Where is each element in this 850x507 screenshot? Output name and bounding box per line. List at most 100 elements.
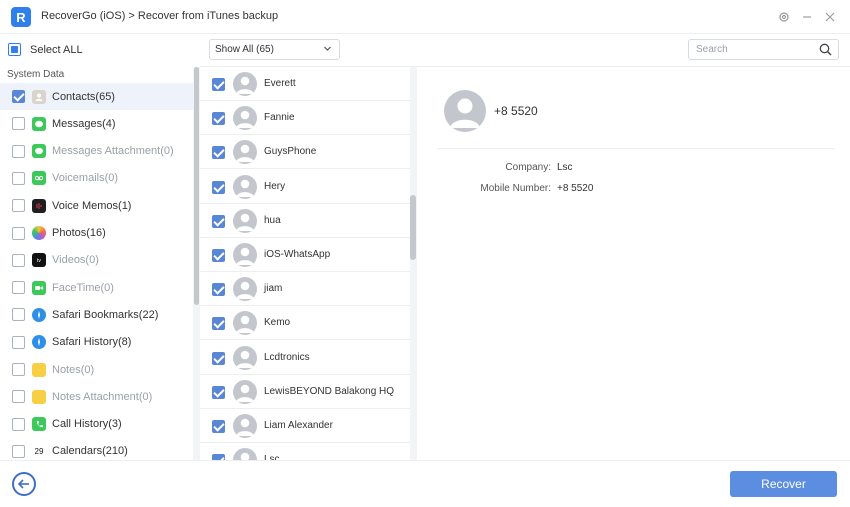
section-title-system-data: System Data — [7, 69, 65, 80]
contact-checkbox[interactable] — [212, 146, 225, 160]
contact-name: Lcdtronics — [264, 351, 310, 363]
contact-avatar-icon — [233, 448, 257, 460]
sidebar-item-voicemail[interactable]: Voicemails(0) — [0, 165, 193, 192]
contact-row[interactable]: Kemo — [200, 306, 410, 341]
divider — [437, 148, 835, 149]
contact-row[interactable]: Hery — [200, 170, 410, 204]
minimize-icon[interactable] — [799, 9, 815, 25]
sidebar-item-checkbox[interactable] — [12, 226, 25, 240]
contact-name: Hery — [264, 180, 286, 192]
sidebar-item-notes[interactable]: Notes(0) — [0, 356, 193, 383]
close-icon[interactable] — [822, 9, 838, 25]
filter-dropdown[interactable]: Show All (65) — [209, 39, 340, 60]
contact-checkbox[interactable] — [212, 317, 225, 331]
contact-row[interactable]: Liam Alexander — [200, 409, 410, 443]
contact-checkbox[interactable] — [212, 420, 225, 433]
sidebar-item-checkbox[interactable] — [12, 117, 25, 131]
facetime-icon — [32, 280, 46, 295]
sidebar-item-label: Notes(0) — [52, 363, 95, 376]
sidebar-item-notes-attachment[interactable]: Notes Attachment(0) — [0, 383, 193, 410]
sidebar-item-checkbox[interactable] — [12, 171, 25, 185]
contact-row[interactable]: GuysPhone — [200, 135, 410, 170]
sidebar-item-checkbox[interactable] — [12, 281, 25, 295]
contact-checkbox[interactable] — [212, 351, 225, 365]
sidebar-item-label: Videos(0) — [52, 254, 99, 267]
sidebar-item-checkbox[interactable] — [12, 417, 25, 431]
chevron-down-icon — [323, 44, 332, 55]
sidebar-item-label: Voice Memos(1) — [52, 199, 132, 212]
notes-attachment-icon — [32, 389, 46, 404]
sidebar-item-checkbox[interactable] — [12, 363, 25, 376]
search-box[interactable] — [688, 39, 839, 60]
recover-button[interactable]: Recover — [730, 471, 837, 497]
contact-name: Everett — [264, 78, 296, 89]
sidebar-item-checkbox[interactable] — [12, 335, 25, 349]
select-all-checkbox[interactable]: Select ALL — [8, 43, 83, 56]
sidebar-item-checkbox[interactable] — [12, 90, 25, 103]
mobile-number-value: +8 5520 — [557, 183, 594, 194]
contact-row[interactable]: Lsc — [200, 443, 410, 460]
contact-checkbox[interactable] — [212, 249, 225, 262]
contact-row[interactable]: Fannie — [200, 101, 410, 136]
contact-row[interactable]: LewisBEYOND Balakong HQ — [200, 375, 410, 409]
messages-icon — [32, 116, 46, 131]
sidebar-item-safari[interactable]: Safari History(8) — [0, 329, 193, 356]
sidebar-item-messages-attachment[interactable]: Messages Attachment(0) — [0, 138, 193, 165]
sidebar-item-checkbox[interactable] — [12, 144, 25, 158]
contact-checkbox[interactable] — [212, 283, 225, 297]
divider — [0, 460, 850, 461]
voice-memos-icon — [32, 198, 46, 213]
sidebar-item-checkbox[interactable] — [12, 308, 25, 322]
voicemail-icon — [32, 171, 46, 186]
search-input[interactable] — [696, 40, 816, 59]
contact-list-scrollbar-track[interactable] — [410, 67, 417, 460]
sidebar-item-checkbox[interactable] — [12, 199, 25, 213]
contact-row[interactable]: Everett — [200, 67, 410, 101]
sidebar-scrollbar-thumb[interactable] — [194, 67, 199, 305]
sidebar-item-calendar[interactable]: 29 Calendars(210) — [0, 438, 193, 460]
sidebar-item-phone[interactable]: Call History(3) — [0, 411, 193, 438]
sidebar-item-photos[interactable]: Photos(16) — [0, 220, 193, 247]
contact-avatar — [444, 90, 486, 132]
sidebar-item-checkbox[interactable] — [12, 390, 25, 404]
contact-avatar-icon — [233, 311, 257, 336]
search-icon[interactable] — [819, 43, 832, 59]
contact-checkbox[interactable] — [212, 78, 225, 91]
contact-avatar-icon — [233, 174, 257, 199]
contact-avatar-icon — [233, 414, 257, 438]
contact-avatar-icon — [233, 208, 257, 233]
sidebar-item-label: Safari History(8) — [52, 336, 132, 349]
contact-avatar-icon — [233, 345, 257, 370]
sidebar-item-label: Safari Bookmarks(22) — [52, 308, 159, 321]
contact-row[interactable]: hua — [200, 204, 410, 238]
contact-checkbox[interactable] — [212, 180, 225, 194]
sidebar-item-messages[interactable]: Messages(4) — [0, 110, 193, 137]
select-all-partial-checkbox[interactable] — [8, 43, 21, 56]
contact-row[interactable]: jiam — [200, 272, 410, 307]
app-logo: R — [11, 7, 31, 27]
contact-name: jiam — [264, 283, 283, 295]
contact-name: GuysPhone — [264, 146, 317, 158]
contact-row[interactable]: Lcdtronics — [200, 341, 410, 375]
sidebar-item-contacts[interactable]: Contacts(65) — [0, 83, 193, 110]
contact-list-scrollbar-thumb[interactable] — [410, 195, 416, 260]
back-arrow-icon[interactable] — [12, 472, 36, 496]
contact-detail-name: +8 5520 — [494, 104, 538, 118]
sidebar-item-voice-memos[interactable]: Voice Memos(1) — [0, 192, 193, 219]
contact-checkbox[interactable] — [212, 385, 225, 399]
contact-checkbox[interactable] — [212, 112, 225, 126]
sidebar-item-label: FaceTime(0) — [52, 281, 114, 294]
settings-gear-icon[interactable] — [776, 9, 792, 25]
sidebar-item-apple-tv[interactable]: tv Videos(0) — [0, 247, 193, 274]
contact-checkbox[interactable] — [212, 214, 225, 228]
sidebar-item-facetime[interactable]: FaceTime(0) — [0, 274, 193, 301]
sidebar-item-checkbox[interactable] — [12, 253, 25, 267]
mobile-number-label: Mobile Number: — [480, 183, 551, 194]
sidebar-item-label: Voicemails(0) — [52, 172, 119, 185]
sidebar-item-label: Notes Attachment(0) — [52, 390, 153, 403]
sidebar-item-safari[interactable]: Safari Bookmarks(22) — [0, 301, 193, 328]
contact-avatar-icon — [233, 243, 257, 267]
contact-row[interactable]: iOS-WhatsApp — [200, 238, 410, 272]
contact-name: Kemo — [264, 317, 291, 329]
sidebar-item-checkbox[interactable] — [12, 444, 25, 458]
